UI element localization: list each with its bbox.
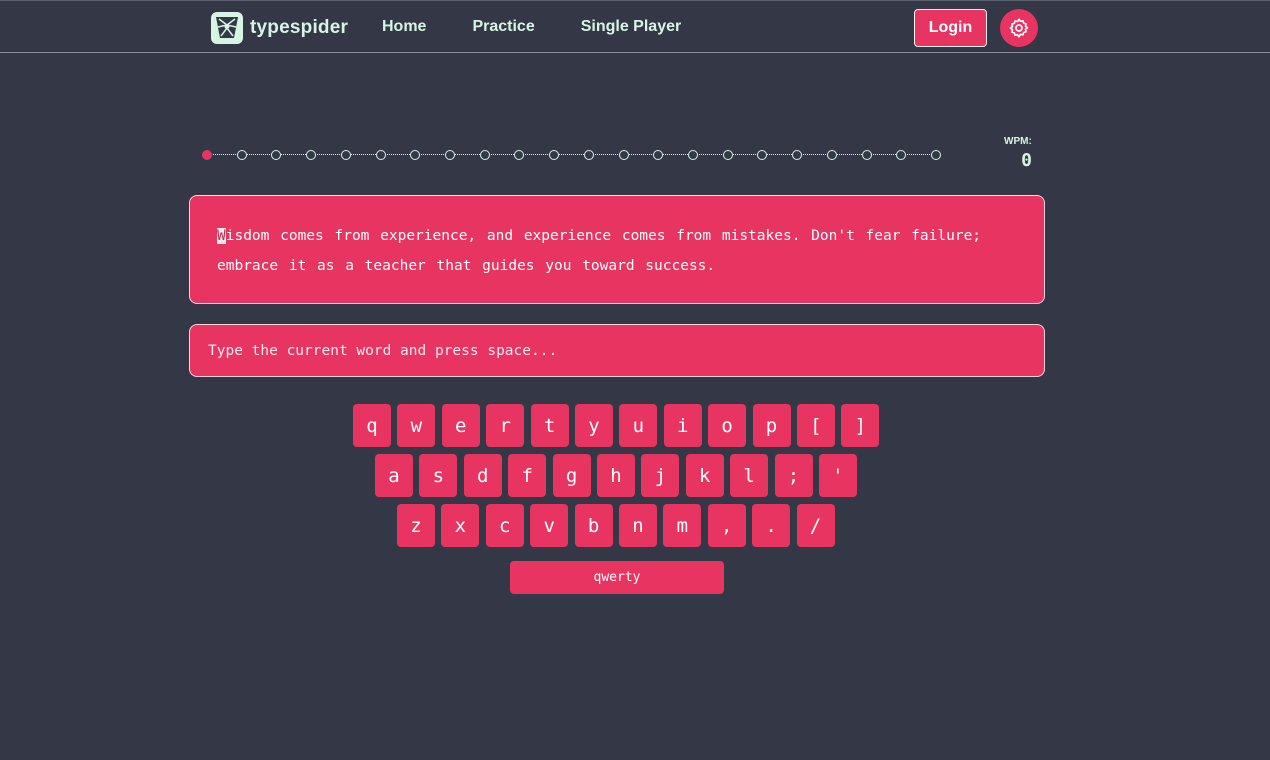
progress-dot	[340, 150, 351, 160]
nav-practice[interactable]: Practice	[472, 18, 534, 36]
nav-single-player[interactable]: Single Player	[581, 18, 682, 36]
progress-dot	[931, 150, 941, 160]
progress-dot	[861, 150, 872, 160]
key[interactable]: o	[708, 404, 747, 447]
key[interactable]: y	[574, 404, 613, 447]
main-nav: Home Practice Single Player	[382, 18, 727, 36]
key[interactable]: h	[596, 454, 635, 497]
key[interactable]: z	[397, 504, 435, 547]
typing-input-box[interactable]	[189, 324, 1045, 377]
key[interactable]: g	[552, 454, 591, 497]
key[interactable]: ,	[707, 504, 746, 547]
login-button[interactable]: Login	[914, 9, 987, 47]
key[interactable]: c	[485, 504, 524, 547]
key[interactable]: [	[796, 404, 835, 447]
typing-input[interactable]	[206, 341, 1028, 360]
keyboard-layout-button[interactable]: qwerty	[510, 561, 724, 594]
progress-dot	[514, 150, 525, 160]
key[interactable]: ;	[774, 454, 813, 497]
progress-dot	[549, 150, 560, 160]
passage-rest: isdom comes from experience, and experie…	[217, 228, 982, 274]
progress-dot	[445, 150, 455, 160]
key[interactable]: u	[619, 404, 658, 447]
progress-dot	[271, 150, 282, 160]
progress-dot	[236, 150, 247, 160]
top-navbar: typespider Home Practice Single Player L…	[0, 0, 1270, 53]
progress-dot	[202, 150, 212, 160]
keyboard-row: z x c v b n m,. /	[397, 504, 835, 547]
progress-dot	[375, 150, 386, 160]
settings-button[interactable]	[1000, 9, 1038, 47]
wpm-value: 0	[1021, 150, 1032, 171]
key[interactable]: k	[685, 454, 724, 497]
key[interactable]: d	[463, 454, 502, 497]
current-char: W	[217, 228, 226, 244]
progress-dot	[306, 150, 317, 160]
nav-home[interactable]: Home	[382, 18, 426, 36]
key[interactable]: ]	[841, 404, 880, 447]
key[interactable]: s	[419, 454, 458, 497]
key[interactable]: p	[752, 404, 791, 447]
key[interactable]: w	[397, 404, 436, 447]
progress-dot	[653, 150, 664, 160]
brand-logo[interactable]: typespider	[210, 11, 348, 45]
key[interactable]: /	[796, 504, 835, 547]
key[interactable]: n	[618, 504, 657, 547]
progress-dot	[826, 150, 837, 160]
key[interactable]: x	[441, 504, 480, 547]
passage-text: Wisdom comes from experience, and experi…	[189, 195, 1045, 304]
key[interactable]: f	[508, 454, 547, 497]
gear-icon	[1009, 18, 1029, 38]
progress-dot	[688, 150, 698, 160]
word-progress-track	[202, 148, 942, 162]
key[interactable]: b	[574, 504, 613, 547]
key[interactable]: v	[530, 504, 569, 547]
progress-dot	[896, 150, 907, 160]
key[interactable]: t	[530, 404, 569, 447]
progress-dot	[792, 150, 803, 160]
key[interactable]: q	[353, 404, 391, 447]
key[interactable]: j	[641, 454, 680, 497]
progress-dot	[583, 150, 594, 160]
key[interactable]: a	[375, 454, 413, 497]
key[interactable]: m	[663, 504, 702, 547]
key[interactable]: i	[663, 404, 702, 447]
keyboard-row: q w e r t y u i o p[]	[353, 404, 880, 447]
spider-logo-icon	[211, 12, 243, 44]
progress-dot	[722, 150, 733, 160]
progress-dot	[618, 150, 629, 160]
key[interactable]: '	[818, 454, 857, 497]
progress-dot	[757, 150, 768, 160]
key[interactable]: r	[486, 404, 525, 447]
brand-name: typespider	[250, 17, 349, 38]
key[interactable]: e	[441, 404, 480, 447]
progress-dot	[479, 150, 490, 160]
key[interactable]: l	[730, 454, 769, 497]
wpm-label: WPM:	[1004, 136, 1032, 147]
key[interactable]: .	[752, 504, 791, 547]
keyboard-row: a s d f g h j k l; '	[375, 454, 857, 497]
progress-dot	[410, 150, 421, 160]
